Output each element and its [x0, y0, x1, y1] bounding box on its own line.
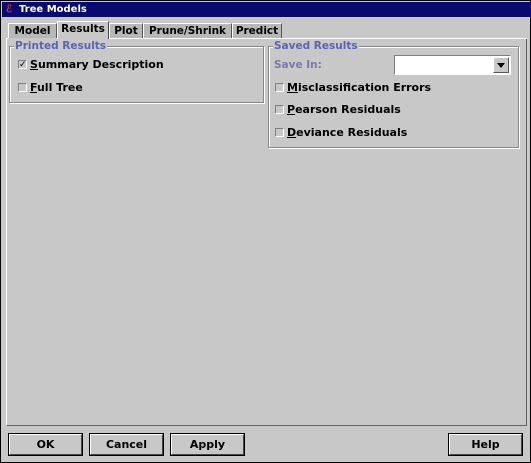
- dialog-window: ℰ Tree Models Model Results Plot Prune/S…: [0, 0, 531, 463]
- misclassification-errors-label: Misclassification Errors: [287, 81, 432, 94]
- checkbox-box[interactable]: ✓: [18, 60, 27, 70]
- tab-plot[interactable]: Plot: [109, 23, 143, 38]
- full-tree-label: Full Tree: [30, 81, 83, 94]
- tab-prune-shrink-label: Prune/Shrink: [148, 25, 227, 37]
- help-button[interactable]: Help: [449, 434, 522, 455]
- title-bar[interactable]: ℰ Tree Models: [2, 2, 531, 17]
- checkbox-box[interactable]: [275, 83, 284, 92]
- checkbox-box[interactable]: [18, 83, 27, 92]
- printed-results-title: Printed Results: [14, 40, 108, 52]
- cancel-button[interactable]: Cancel: [90, 434, 163, 455]
- tab-predict-label: Predict: [235, 25, 279, 37]
- ok-button-label: OK: [36, 438, 55, 451]
- tab-predict[interactable]: Predict: [232, 23, 282, 38]
- pearson-residuals-label: Pearson Residuals: [287, 103, 401, 116]
- tab-results[interactable]: Results: [57, 21, 109, 39]
- tab-results-label: Results: [61, 23, 105, 35]
- summary-description-label: Summary Description: [30, 58, 164, 71]
- chevron-down-icon: [497, 63, 505, 68]
- ok-button[interactable]: OK: [9, 434, 82, 455]
- checkbox-box[interactable]: [275, 105, 284, 114]
- tab-model-label: Model: [14, 25, 51, 37]
- saved-results-title: Saved Results: [273, 40, 359, 52]
- cancel-button-label: Cancel: [105, 438, 148, 451]
- tab-plot-label: Plot: [114, 25, 138, 37]
- save-in-label: Save In:: [274, 59, 322, 71]
- apply-button-label: Apply: [189, 438, 226, 451]
- checkbox-box[interactable]: [275, 128, 284, 137]
- summary-description-label-rest: ummary Description: [37, 58, 164, 71]
- window-title: Tree Models: [19, 4, 87, 15]
- apply-button[interactable]: Apply: [171, 434, 244, 455]
- tab-prune-shrink[interactable]: Prune/Shrink: [143, 23, 232, 38]
- tab-model[interactable]: Model: [8, 23, 57, 38]
- save-in-combobox[interactable]: [394, 55, 511, 75]
- combo-dropdown-button[interactable]: [493, 57, 509, 73]
- app-icon[interactable]: ℰ: [6, 4, 15, 15]
- deviance-residuals-label: Deviance Residuals: [287, 126, 408, 139]
- help-button-label: Help: [471, 438, 500, 451]
- full-tree-label-rest: ull Tree: [36, 81, 83, 94]
